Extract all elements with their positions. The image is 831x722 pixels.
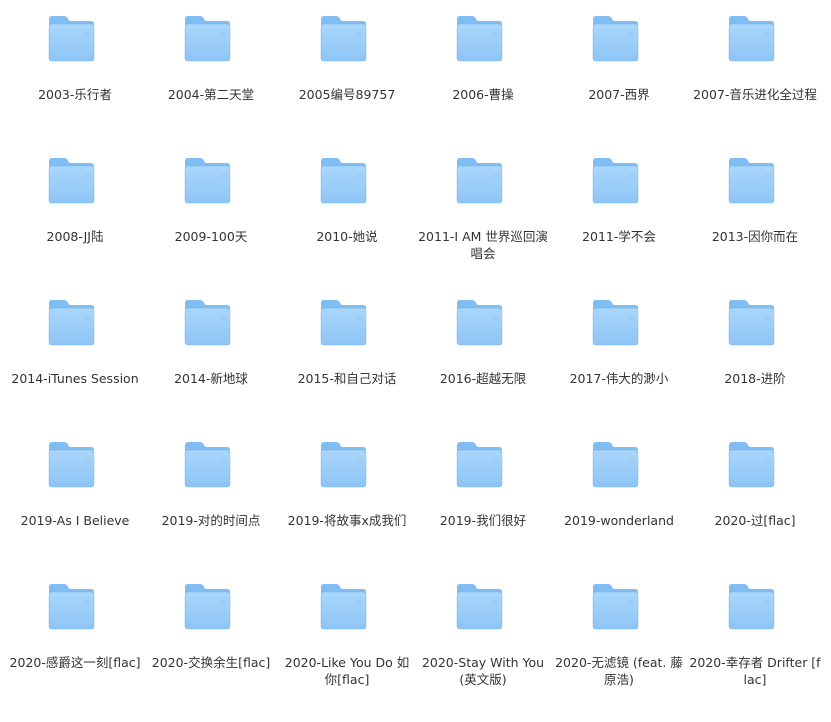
folder-name: 2007-西界	[588, 87, 650, 102]
folder-item[interactable]: 2019-As I Believe	[7, 438, 143, 580]
folder-name: 2007-音乐进化全过程	[693, 87, 817, 102]
folder-name: 2020-Stay With You (英文版)	[421, 655, 545, 687]
folder-item[interactable]: 2005编号89757	[279, 12, 415, 154]
folder-icon	[591, 582, 640, 632]
folder-name: 2019-将故事x成我们	[287, 513, 407, 528]
folder-icon	[591, 298, 640, 348]
folder-name: 2020-幸存者 Drifter [flac]	[689, 655, 821, 687]
folder-icon	[727, 156, 776, 206]
folder-icon	[183, 440, 232, 490]
folder-icon	[47, 14, 96, 64]
folder-icon	[727, 440, 776, 490]
folder-name: 2009-100天	[174, 229, 248, 244]
folder-item[interactable]: 2007-音乐进化全过程	[687, 12, 823, 154]
folder-item[interactable]: 2020-交换余生[flac]	[143, 580, 279, 722]
folder-item[interactable]: 2011-学不会	[551, 154, 687, 296]
folder-name: 2005编号89757	[298, 87, 396, 102]
folder-name: 2014-新地球	[174, 371, 248, 386]
folder-item[interactable]: 2010-她说	[279, 154, 415, 296]
folder-name: 2016-超越无限	[439, 371, 527, 386]
folder-icon	[183, 582, 232, 632]
folder-icon	[319, 298, 368, 348]
folder-icon	[455, 156, 504, 206]
folder-item[interactable]: 2020-无滤镜 (feat. 藤原浩)	[551, 580, 687, 722]
folder-item[interactable]: 2018-进阶	[687, 296, 823, 438]
folder-name: 2019-As I Believe	[20, 513, 130, 528]
folder-icon	[47, 582, 96, 632]
folder-name: 2019-对的时间点	[161, 513, 261, 528]
folder-item[interactable]: 2014-新地球	[143, 296, 279, 438]
folder-name: 2020-无滤镜 (feat. 藤原浩)	[555, 655, 683, 687]
folder-item[interactable]: 2011-I AM 世界巡回演唱会	[415, 154, 551, 296]
folder-item[interactable]: 2020-过[flac]	[687, 438, 823, 580]
folder-icon	[591, 156, 640, 206]
folder-item[interactable]: 2015-和自己对话	[279, 296, 415, 438]
folder-item[interactable]: 2019-将故事x成我们	[279, 438, 415, 580]
folder-item[interactable]: 2004-第二天堂	[143, 12, 279, 154]
folder-name: 2020-感爵这一刻[flac]	[9, 655, 141, 670]
folder-item[interactable]: 2020-Stay With You (英文版)	[415, 580, 551, 722]
folder-icon	[727, 14, 776, 64]
folder-item[interactable]: 2020-感爵这一刻[flac]	[7, 580, 143, 722]
folder-icon	[183, 156, 232, 206]
folder-icon	[47, 298, 96, 348]
folder-icon	[727, 298, 776, 348]
folder-name: 2019-wonderland	[564, 513, 674, 528]
folder-name: 2013-因你而在	[711, 229, 799, 244]
folder-icon	[455, 14, 504, 64]
folder-icon	[455, 298, 504, 348]
folder-name: 2008-JJ陆	[46, 229, 104, 244]
folder-item[interactable]: 2020-Like You Do 如你[flac]	[279, 580, 415, 722]
folder-item[interactable]: 2008-JJ陆	[7, 154, 143, 296]
folder-item[interactable]: 2019-对的时间点	[143, 438, 279, 580]
folder-name: 2020-Like You Do 如你[flac]	[284, 655, 410, 687]
folder-item[interactable]: 2020-幸存者 Drifter [flac]	[687, 580, 823, 722]
folder-item[interactable]: 2019-我们很好	[415, 438, 551, 580]
folder-name: 2004-第二天堂	[167, 87, 255, 102]
folder-name: 2017-伟大的渺小	[569, 371, 669, 386]
folder-item[interactable]: 2006-曹操	[415, 12, 551, 154]
folder-name: 2006-曹操	[452, 87, 514, 102]
folder-icon	[319, 14, 368, 64]
folder-icon	[727, 582, 776, 632]
folder-icon	[591, 440, 640, 490]
folder-icon	[183, 14, 232, 64]
folder-icon	[183, 298, 232, 348]
folder-icon	[591, 14, 640, 64]
folder-icon	[455, 582, 504, 632]
folder-name: 2003-乐行者	[38, 87, 112, 102]
folder-grid: 2003-乐行者 2004-第二天堂 2005编号89757 2006-曹操 2…	[0, 0, 831, 704]
folder-icon	[319, 440, 368, 490]
folder-name: 2020-交换余生[flac]	[151, 655, 271, 670]
folder-item[interactable]: 2003-乐行者	[7, 12, 143, 154]
folder-name: 2011-学不会	[582, 229, 656, 244]
folder-name: 2020-过[flac]	[714, 513, 796, 528]
folder-name: 2010-她说	[316, 229, 378, 244]
folder-item[interactable]: 2019-wonderland	[551, 438, 687, 580]
folder-item[interactable]: 2017-伟大的渺小	[551, 296, 687, 438]
folder-item[interactable]: 2013-因你而在	[687, 154, 823, 296]
folder-item[interactable]: 2009-100天	[143, 154, 279, 296]
folder-icon	[47, 440, 96, 490]
folder-name: 2018-进阶	[724, 371, 786, 386]
folder-icon	[319, 582, 368, 632]
folder-item[interactable]: 2014-iTunes Session	[7, 296, 143, 438]
folder-icon	[319, 156, 368, 206]
folder-name: 2019-我们很好	[439, 513, 527, 528]
folder-item[interactable]: 2016-超越无限	[415, 296, 551, 438]
folder-name: 2015-和自己对话	[297, 371, 397, 386]
folder-icon	[47, 156, 96, 206]
folder-name: 2011-I AM 世界巡回演唱会	[418, 229, 548, 261]
folder-name: 2014-iTunes Session	[11, 371, 139, 386]
folder-item[interactable]: 2007-西界	[551, 12, 687, 154]
folder-icon	[455, 440, 504, 490]
